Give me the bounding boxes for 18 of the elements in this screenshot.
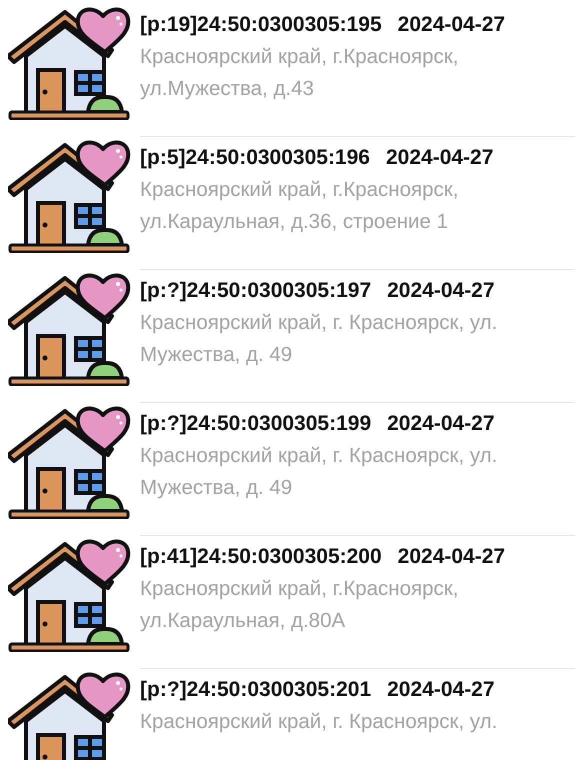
date: 2024-04-27 xyxy=(387,278,495,304)
date: 2024-04-27 xyxy=(387,411,495,437)
date: 2024-04-27 xyxy=(398,544,506,570)
address: Красноярский край, г. Красноярск, ул. xyxy=(140,709,498,735)
date: 2024-04-27 xyxy=(386,145,494,171)
address: Красноярский край, г. Красноярск, ул. Мужества, д. 49 xyxy=(140,310,498,368)
cadastral-number: [p:?]24:50:0300305:197 xyxy=(140,278,372,304)
cadastral-number: [p:41]24:50:0300305:200 xyxy=(140,544,382,570)
address: Красноярский край, г.Красноярск, ул.Мужества, д.43 xyxy=(140,44,460,102)
address: Красноярский край, г.Красноярск, ул.Караульная, д.80А xyxy=(140,576,460,634)
cadastral-number: [p:?]24:50:0300305:201 xyxy=(140,677,372,703)
date: 2024-04-27 xyxy=(398,12,506,38)
address: Красноярский край, г. Красноярск, ул. Мужества, д. 49 xyxy=(140,443,498,501)
date: 2024-04-27 xyxy=(387,677,495,703)
cadastral-number: [p:19]24:50:0300305:195 xyxy=(140,12,382,38)
cadastral-number: [p:?]24:50:0300305:199 xyxy=(140,411,372,437)
cadastral-number: [p:5]24:50:0300305:196 xyxy=(140,145,370,171)
address: Красноярский край, г.Красноярск, ул.Караульная, д.36, строение 1 xyxy=(140,177,460,235)
